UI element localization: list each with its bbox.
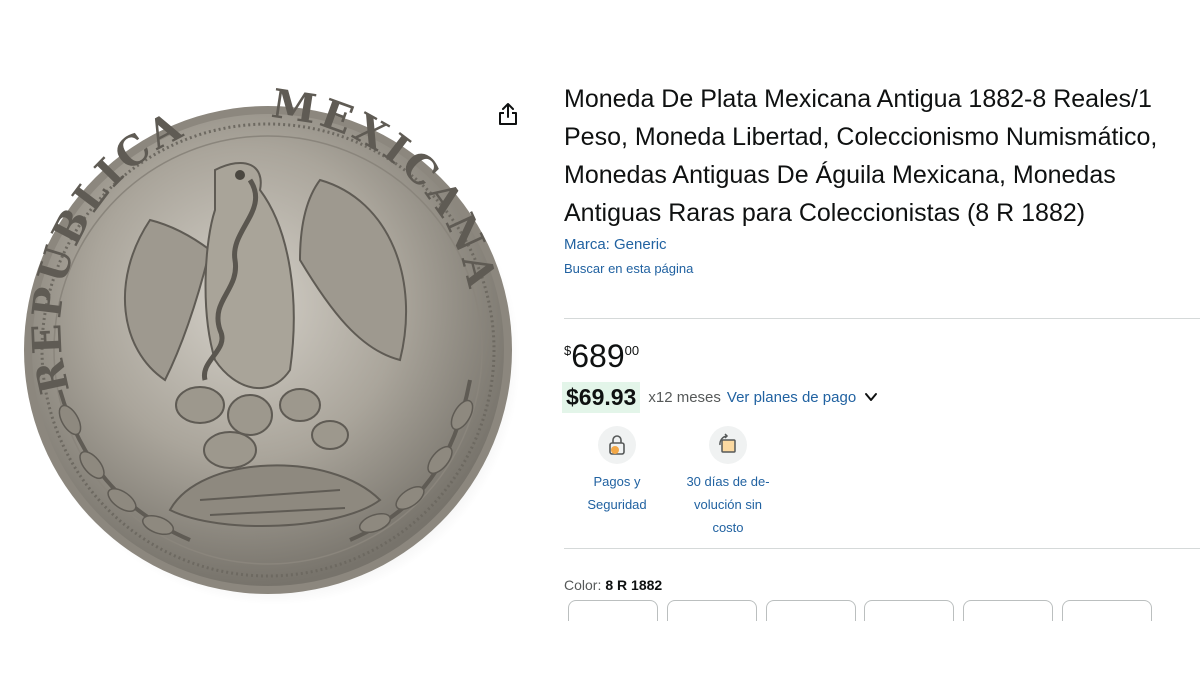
return-box-icon xyxy=(709,426,747,464)
price-symbol: $ xyxy=(564,343,572,358)
feature-label-line2: volución sin xyxy=(694,497,762,512)
color-swatch[interactable] xyxy=(568,600,658,621)
installment-amount: $69.93 xyxy=(562,381,641,413)
feature-label-line1: 30 días de de- xyxy=(686,474,770,489)
product-image[interactable]: REPUBLICA MEXICANA xyxy=(0,60,560,608)
divider xyxy=(564,318,1200,319)
divider xyxy=(564,548,1200,549)
product-title: Moneda De Plata Mexicana Antigua 1882-8 … xyxy=(564,85,1158,227)
secure-payment-icon xyxy=(598,426,636,464)
color-swatch[interactable] xyxy=(1062,600,1152,621)
share-icon xyxy=(499,103,517,125)
feature-label-line3: costo xyxy=(712,520,744,535)
color-label: Color: xyxy=(564,577,602,593)
price-whole: 689 xyxy=(571,338,625,374)
color-value: 8 R 1882 xyxy=(605,577,663,593)
chevron-down-icon[interactable] xyxy=(864,390,878,404)
price: $68900 xyxy=(564,337,639,382)
installment-row: $69.93 x12 meses Ver planes de pago xyxy=(562,380,878,414)
color-swatch[interactable] xyxy=(864,600,954,621)
price-fraction: 00 xyxy=(624,343,640,358)
installment-months: x12 meses xyxy=(648,388,721,406)
color-swatch[interactable] xyxy=(766,600,856,621)
color-swatch[interactable] xyxy=(667,600,757,621)
share-button[interactable] xyxy=(494,100,522,128)
color-selection: Color: 8 R 1882 xyxy=(564,577,662,593)
feature-label-line2: Seguridad xyxy=(587,497,647,512)
feature-label-line1: Pagos y xyxy=(593,474,641,489)
feature-secure-payment[interactable]: Pagos y Seguridad xyxy=(570,426,664,516)
payment-plans-link[interactable]: Ver planes de pago xyxy=(727,389,856,406)
feature-free-returns[interactable]: 30 días de de- volución sin costo xyxy=(676,426,780,539)
search-page-link[interactable]: Buscar en esta página xyxy=(564,260,1200,278)
color-swatch[interactable] xyxy=(963,600,1053,621)
coin-image: REPUBLICA MEXICANA xyxy=(23,80,520,605)
product-details: Moneda De Plata Mexicana Antigua 1882-8 … xyxy=(564,80,1200,278)
brand-link[interactable]: Marca: Generic xyxy=(564,234,1200,256)
